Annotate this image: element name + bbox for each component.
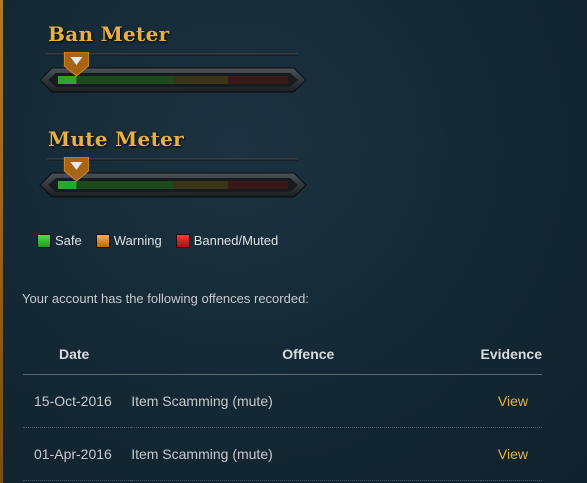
- table-header-row: Date Offence Evidence: [23, 334, 542, 375]
- offence-date: 01-Apr-2016: [23, 427, 132, 481]
- column-header-offence: Offence: [131, 334, 481, 375]
- legend-item-safe: Safe: [37, 233, 82, 248]
- legend-label-safe: Safe: [55, 233, 82, 248]
- offence-description: Item Scamming (mute): [131, 374, 481, 428]
- offences-table: Date Offence Evidence 15-Oct-2016 Item S…: [23, 334, 542, 481]
- legend-label-banned: Banned/Muted: [193, 233, 279, 248]
- column-header-evidence: Evidence: [480, 334, 542, 375]
- mute-meter-danger-zone: [228, 181, 288, 189]
- ban-meter-bar: [39, 52, 307, 93]
- offence-description: Item Scamming (mute): [131, 427, 481, 481]
- view-evidence-link[interactable]: View: [498, 393, 542, 409]
- banned-swatch-icon: [175, 233, 190, 248]
- meter-legend: Safe Warning Banned/Muted: [37, 233, 278, 248]
- legend-item-warning: Warning: [95, 233, 162, 248]
- mute-meter-warning-zone: [173, 181, 228, 189]
- legend-label-warning: Warning: [113, 233, 162, 248]
- offence-date: 15-Oct-2016: [23, 374, 132, 428]
- offences-intro-text: Your account has the following offences …: [22, 291, 309, 306]
- mute-meter-bar: [39, 157, 307, 198]
- mute-meter-fill: [58, 181, 77, 189]
- ban-meter-title: Ban Meter: [48, 22, 170, 46]
- ban-meter-fill: [58, 76, 77, 84]
- ban-meter-warning-zone: [173, 76, 228, 84]
- view-evidence-link[interactable]: View: [498, 446, 542, 462]
- column-header-date: Date: [23, 334, 132, 375]
- table-row: 01-Apr-2016 Item Scamming (mute) View: [23, 427, 542, 481]
- evidence-cell: View: [480, 427, 542, 481]
- ban-meter-danger-zone: [228, 76, 288, 84]
- warning-swatch-icon: [95, 233, 110, 248]
- left-border: [0, 0, 3, 483]
- legend-item-banned: Banned/Muted: [175, 233, 279, 248]
- evidence-cell: View: [480, 374, 542, 428]
- table-row: 15-Oct-2016 Item Scamming (mute) View: [23, 374, 542, 428]
- mute-meter-title: Mute Meter: [48, 127, 184, 151]
- safe-swatch-icon: [37, 233, 51, 248]
